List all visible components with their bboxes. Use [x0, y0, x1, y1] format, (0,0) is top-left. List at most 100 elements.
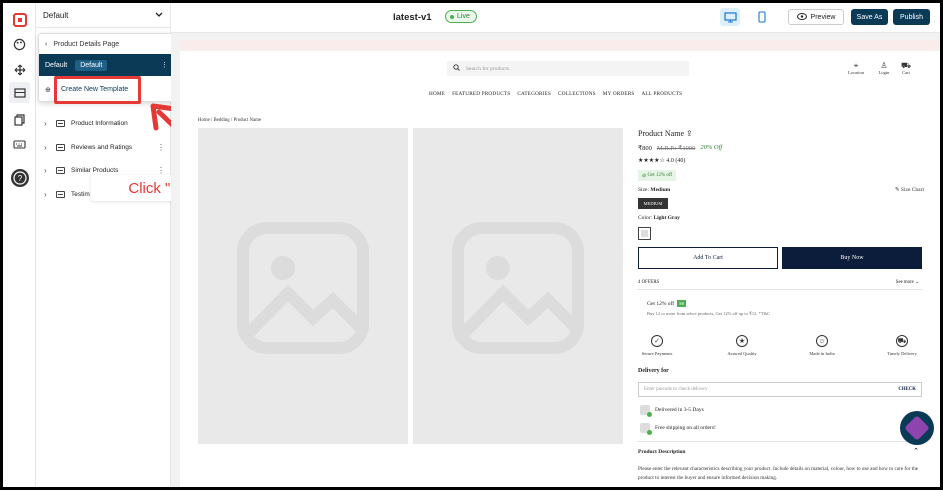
feature-label: Timely Delivery: [887, 351, 917, 356]
nav-collections[interactable]: COLLECTIONS: [558, 91, 596, 97]
description-text: Please enter the relevant characteristic…: [638, 466, 919, 481]
save-as-button[interactable]: Save As: [851, 9, 888, 25]
product-image-placeholder: [413, 128, 623, 444]
discount-label: 20% Off: [700, 144, 723, 151]
coupon-text: Get 12% off: [647, 173, 673, 178]
feature-label: Secure Payments: [641, 351, 673, 356]
feature-timely-delivery: ⛟ Timely Delivery: [872, 335, 932, 356]
chevron-right-icon[interactable]: ›: [44, 143, 52, 152]
preview-button[interactable]: Preview: [788, 9, 844, 25]
free-shipping: Free shipping on all orders!: [640, 423, 716, 435]
section-label: Testim: [71, 190, 90, 198]
preview-label: Preview: [810, 13, 836, 21]
eye-icon: [796, 12, 807, 22]
move-icon[interactable]: [9, 59, 30, 80]
image-placeholder-icon: [237, 222, 369, 354]
nav-featured-products[interactable]: FEATURED PRODUCTS: [452, 91, 510, 97]
size-chart-label: Size Chart: [900, 187, 924, 193]
delivery-heading: Delivery for: [638, 368, 669, 374]
svg-text:?: ?: [17, 174, 22, 183]
color-value: Light Gray: [653, 215, 680, 221]
offer-title: Get 12% off SB: [647, 300, 686, 307]
publish-button[interactable]: Publish: [893, 9, 930, 25]
size-chart-link[interactable]: ✎ Size Chart: [895, 187, 924, 193]
add-to-cart-button[interactable]: Add To Cart: [638, 247, 778, 269]
app-frame: ? Default › Product Information › Review…: [3, 3, 940, 487]
keyboard-icon[interactable]: [9, 134, 30, 155]
theme-title: latest-v1: [393, 12, 432, 23]
template-chip: Default: [75, 59, 108, 71]
more-options-icon[interactable]: ⋮: [161, 61, 168, 69]
current-template-row[interactable]: Default Default ⋮: [39, 54, 174, 76]
palette-icon[interactable]: [9, 34, 30, 55]
color-swatch-light-gray[interactable]: [638, 227, 651, 240]
nav-home[interactable]: HOME: [429, 91, 445, 97]
section-label: Product Information: [71, 119, 128, 127]
help-icon[interactable]: ?: [9, 167, 30, 188]
see-more-link[interactable]: See more ⌄: [896, 280, 919, 285]
divider: [637, 441, 922, 442]
highlight-box: [54, 76, 141, 104]
store-page: Search for products ⌖ Location ♙ Login ⛟ Ca…: [180, 51, 940, 487]
assistant-fab-icon[interactable]: [900, 411, 934, 445]
sections-icon[interactable]: [9, 82, 30, 103]
secure-payment-icon: ✓: [651, 335, 663, 347]
preview-canvas: Search for products ⌖ Location ♙ Login ⛟ Ca…: [171, 33, 940, 487]
nav-my-orders[interactable]: MY ORDERS: [603, 91, 635, 97]
section-label: Reviews and Ratings: [71, 143, 133, 151]
offer-title-text: Get 12% off: [647, 300, 675, 307]
size-value: Medium: [650, 187, 671, 193]
delivery-time: Delivered in 3-5 Days: [640, 405, 704, 417]
mobile-view-icon[interactable]: [752, 8, 772, 26]
size-option-medium[interactable]: MEDIUM: [638, 198, 668, 209]
color-label-text: Color:: [638, 215, 653, 221]
page-type-value: Default: [43, 10, 69, 20]
app-logo-icon[interactable]: [9, 9, 30, 30]
section-icon: [56, 143, 65, 151]
chevron-right-icon[interactable]: ›: [44, 166, 52, 175]
popup-title: Product Details Page: [53, 40, 120, 48]
check-button[interactable]: CHECK: [898, 387, 916, 392]
feature-label: Assured Quality: [727, 351, 757, 356]
share-icon[interactable]: ⇪: [686, 129, 693, 138]
section-label: Similar Products: [71, 166, 119, 174]
divider: [637, 289, 922, 290]
chevron-right-icon[interactable]: ›: [44, 119, 52, 128]
feature-label: Made in India: [809, 351, 835, 356]
pincode-input[interactable]: Enter pincode to check delivery CHECK: [638, 382, 922, 397]
section-icon: [56, 119, 65, 127]
feature-secure-payments: ✓ Secure Payments: [627, 335, 687, 356]
search-icon: [453, 64, 460, 73]
product-details: Product Name ⇪ ₹800 M.R.P.: ₹1000 20% Of…: [637, 51, 927, 487]
live-status-badge: Live: [445, 10, 477, 23]
free-shipping-text: Free shipping on all orders!: [655, 425, 716, 431]
chevron-up-icon[interactable]: ⌃: [913, 447, 919, 455]
coupon-badge: ⊘ Get 12% off: [638, 170, 677, 181]
offers-count: 4 OFFERS: [638, 280, 660, 285]
desktop-view-icon[interactable]: [720, 8, 740, 26]
sale-price: ₹800: [638, 145, 652, 152]
buy-now-button[interactable]: Buy Now: [782, 247, 922, 269]
delivery-time-text: Delivered in 3-5 Days: [655, 407, 704, 413]
back-arrow-icon[interactable]: ‹: [45, 41, 47, 48]
offer-description: Buy 12 or more from select products, Get…: [647, 311, 771, 316]
description-heading[interactable]: Product Description: [638, 449, 685, 455]
rating-text: 4.0 (40): [666, 158, 686, 164]
offer-tag: SB: [677, 300, 686, 307]
page-type-dropdown[interactable]: Default: [36, 3, 170, 28]
see-more-label: See more: [895, 280, 914, 285]
product-name: Product Name ⇪: [638, 129, 693, 138]
truck-icon: [640, 405, 652, 417]
section-icon: [56, 190, 65, 198]
quality-badge-icon: ★: [736, 335, 748, 347]
chevron-right-icon[interactable]: ›: [44, 190, 52, 199]
product-image-placeholder: [198, 128, 408, 444]
nav-categories[interactable]: CATEGORIES: [517, 91, 551, 97]
color-label: Color: Light Gray: [638, 215, 680, 221]
template-name: Default: [45, 61, 68, 69]
feature-made-in-india: ☺ Made in India: [792, 335, 852, 356]
size-label: Size: Medium: [638, 187, 670, 193]
stars-icon: ★★★★☆: [638, 158, 665, 164]
popup-header[interactable]: ‹ Product Details Page: [39, 34, 174, 54]
pages-icon[interactable]: [9, 109, 30, 130]
